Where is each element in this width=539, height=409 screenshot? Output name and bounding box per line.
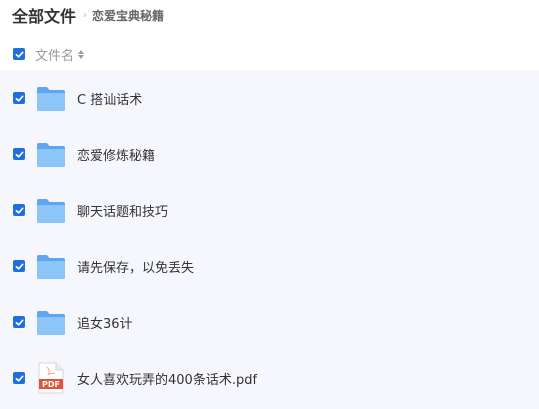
sort-icon[interactable] bbox=[78, 49, 85, 59]
check-icon bbox=[15, 95, 24, 102]
file-name[interactable]: 聊天话题和技巧 bbox=[77, 201, 168, 220]
check-icon bbox=[15, 51, 24, 58]
pdf-file-icon: PDF bbox=[36, 362, 66, 394]
folder-icon bbox=[36, 139, 66, 169]
check-icon bbox=[15, 151, 24, 158]
check-icon bbox=[15, 375, 24, 382]
list-item[interactable]: 聊天话题和技巧 bbox=[0, 182, 539, 238]
pdf-badge: PDF bbox=[42, 380, 60, 389]
row-checkbox[interactable] bbox=[13, 372, 25, 384]
folder-icon bbox=[36, 195, 66, 225]
row-checkbox[interactable] bbox=[13, 260, 25, 272]
folder-icon bbox=[36, 83, 66, 113]
folder-icon bbox=[36, 251, 66, 281]
check-icon bbox=[15, 319, 24, 326]
row-checkbox[interactable] bbox=[13, 148, 25, 160]
breadcrumb-current: 恋爱宝典秘籍 bbox=[92, 8, 165, 23]
file-name[interactable]: 女人喜欢玩弄的400条话术.pdf bbox=[77, 369, 257, 388]
breadcrumb-root[interactable]: 全部文件 bbox=[12, 3, 76, 27]
check-icon bbox=[15, 263, 24, 270]
file-name[interactable]: 恋爱修炼秘籍 bbox=[77, 145, 155, 164]
row-checkbox[interactable] bbox=[13, 316, 25, 328]
file-name[interactable]: C 搭讪话术 bbox=[77, 89, 142, 108]
file-list: C 搭讪话术 恋爱修炼秘籍 聊天话题和技巧 请先保存，以免丢失 追女36计 PD… bbox=[0, 70, 539, 409]
breadcrumb-separator-icon: › bbox=[83, 9, 88, 21]
list-item[interactable]: PDF 女人喜欢玩弄的400条话术.pdf bbox=[0, 350, 539, 406]
file-name[interactable]: 请先保存，以免丢失 bbox=[77, 257, 194, 276]
check-icon bbox=[15, 207, 24, 214]
file-list-header: 文件名 bbox=[0, 40, 539, 68]
list-item[interactable]: 请先保存，以免丢失 bbox=[0, 238, 539, 294]
list-item[interactable]: 追女36计 bbox=[0, 294, 539, 350]
file-name[interactable]: 追女36计 bbox=[77, 313, 133, 332]
list-item[interactable]: C 搭讪话术 bbox=[0, 70, 539, 126]
row-checkbox[interactable] bbox=[13, 92, 25, 104]
select-all-checkbox[interactable] bbox=[13, 48, 25, 60]
column-title-filename[interactable]: 文件名 bbox=[35, 45, 74, 64]
list-item[interactable]: 恋爱修炼秘籍 bbox=[0, 126, 539, 182]
folder-icon bbox=[36, 307, 66, 337]
breadcrumb: 全部文件 › 恋爱宝典秘籍 bbox=[12, 4, 164, 26]
row-checkbox[interactable] bbox=[13, 204, 25, 216]
